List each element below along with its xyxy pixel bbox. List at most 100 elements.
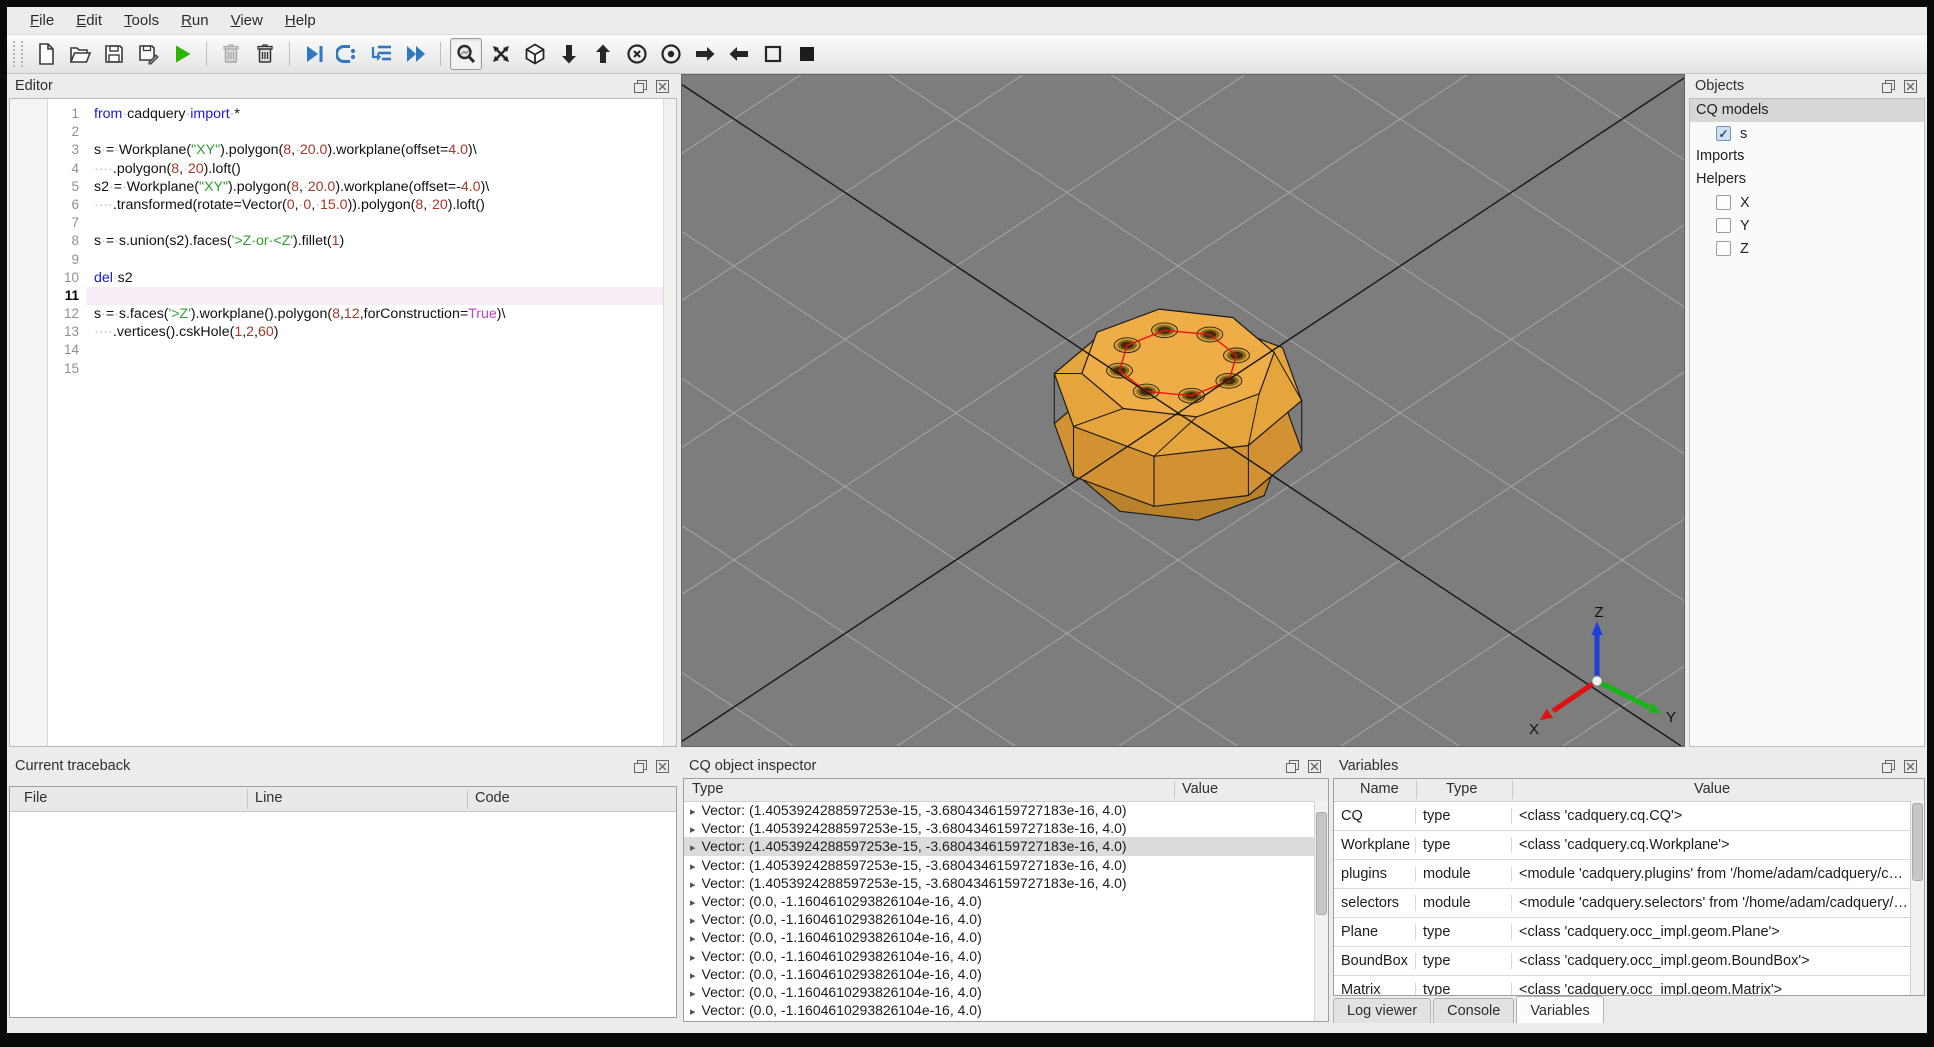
cad-model[interactable] [1053, 308, 1303, 521]
expand-arrow-icon[interactable]: ▸ [690, 988, 702, 1000]
menu-file[interactable]: File [19, 9, 65, 32]
tree-item-s[interactable]: ✓ s [1690, 122, 1924, 145]
inspector-row[interactable]: ▸ Vector: (1.4053924288597253e-15, -3.680… [684, 856, 1314, 874]
checkbox-y[interactable]: ✓ [1716, 218, 1731, 233]
expand-arrow-icon[interactable]: ▸ [690, 861, 702, 873]
float-panel-icon[interactable] [632, 79, 649, 94]
save-icon[interactable] [99, 39, 129, 69]
clear-icon[interactable] [216, 39, 246, 69]
float-panel-icon[interactable] [632, 759, 649, 774]
tab-log-viewer[interactable]: Log viewer [1333, 998, 1432, 1024]
iso-view-icon[interactable] [520, 39, 550, 69]
view-bottom-icon[interactable] [554, 39, 584, 69]
column-header[interactable]: Name [1360, 781, 1399, 797]
scrollbar-thumb[interactable] [1912, 802, 1923, 881]
expand-arrow-icon[interactable]: ▸ [690, 970, 702, 982]
expand-arrow-icon[interactable]: ▸ [690, 897, 702, 909]
expand-arrow-icon[interactable]: ▸ [690, 933, 702, 945]
checkbox-z[interactable]: ✓ [1716, 241, 1731, 256]
run-icon[interactable] [167, 39, 197, 69]
code-line[interactable]: 8 s·=·s.union(s2).faces('>Z·or·<Z').fille… [71, 232, 663, 250]
column-separator[interactable] [1174, 781, 1175, 799]
code-line[interactable]: 9 [71, 251, 663, 269]
tree-group-helpers[interactable]: Helpers [1690, 168, 1924, 191]
code-line[interactable]: 1 from·cadquery·import·* [71, 105, 663, 123]
inspector-scrollbar[interactable] [1314, 801, 1328, 1021]
inspector-row[interactable]: ▸Vector: (0.0, -1.1604610293826104e-16, … [684, 947, 1314, 965]
inspector-row[interactable]: ▸Vector: (0.0, -1.1604610293826104e-16, … [684, 910, 1314, 928]
inspector-row[interactable]: ▸ Vector: (1.4053924288597253e-15, -3.680… [684, 819, 1314, 837]
variables-rows[interactable]: CQ type <class 'cadquery.cq.CQ'> Workplane t… [1334, 802, 1924, 995]
code-line[interactable]: 14 [64, 341, 663, 359]
inspector-row[interactable]: ▸Vector: (0.0, -1.1604610293826104e-16, … [684, 1019, 1314, 1021]
tree-item-x[interactable]: ✓X [1690, 191, 1924, 214]
float-panel-icon[interactable] [1284, 759, 1301, 774]
code-line[interactable]: 5 s2·=·Workplane("XY").polygon(8,·20.0).w… [71, 178, 663, 196]
column-header[interactable]: File [24, 790, 47, 806]
variable-row[interactable]: Workplane type <class 'cadquery.cq.Workpla… [1334, 831, 1924, 860]
close-panel-icon[interactable] [1902, 79, 1919, 94]
inspector-row[interactable]: ▸Vector: (0.0, -1.1604610293826104e-16, … [684, 1001, 1314, 1019]
inspector-row[interactable]: ▸ Vector: (1.4053924288597253e-15, -3.680… [684, 874, 1314, 892]
objects-tree[interactable]: CQ models✓sImportsHelpers✓X✓Y✓Z [1689, 98, 1925, 747]
debug-step-icon[interactable] [299, 39, 329, 69]
wireframe-icon[interactable] [758, 39, 788, 69]
tree-group-imports[interactable]: Imports [1690, 145, 1924, 168]
code-lines[interactable]: 1 from·cadquery·import·* 2 3 s·=·Workplane("… [64, 99, 663, 378]
checkbox-s[interactable]: ✓ [1716, 126, 1731, 141]
code-line[interactable]: 15 [64, 360, 663, 378]
variable-row[interactable]: Plane type <class 'cadquery.occ_impl.geom.… [1334, 918, 1924, 947]
close-panel-icon[interactable] [654, 759, 671, 774]
code-line[interactable]: 3 s·=·Workplane("XY").polygon(8,·20.0).wo… [71, 141, 663, 159]
expand-arrow-icon[interactable]: ▸ [690, 952, 702, 964]
code-editor[interactable]: 1 from·cadquery·import·* 2 3 s·=·Workplane("… [9, 98, 677, 747]
column-header[interactable]: Value [1182, 781, 1218, 797]
checkbox-x[interactable]: ✓ [1716, 195, 1731, 210]
toolbar-handle[interactable] [13, 41, 23, 67]
code-line[interactable]: 2 [71, 123, 663, 141]
save-as-icon[interactable] [133, 39, 163, 69]
code-line[interactable]: 7 [71, 214, 663, 232]
expand-arrow-icon[interactable]: ▸ [690, 1006, 702, 1018]
tab-variables[interactable]: Variables [1516, 996, 1604, 1024]
column-header[interactable]: Code [475, 790, 510, 806]
expand-arrow-icon[interactable]: ▸ [690, 806, 702, 818]
debug-return-icon[interactable] [367, 39, 397, 69]
variable-row[interactable]: selectors module <module 'cadquery.selecto… [1334, 889, 1924, 918]
inspector-row[interactable]: ▸Vector: (0.0, -1.1604610293826104e-16, … [684, 965, 1314, 983]
tab-console[interactable]: Console [1433, 998, 1515, 1024]
menu-edit[interactable]: Edit [65, 9, 113, 32]
variable-row[interactable]: CQ type <class 'cadquery.cq.CQ'> [1334, 802, 1924, 831]
inspector-row[interactable]: ▸ Vector: (1.4053924288597253e-15, -3.680… [684, 837, 1314, 856]
inspector-row[interactable]: ▸ Vector: (1.4053924288597253e-15, -3.680… [684, 801, 1314, 819]
expand-arrow-icon[interactable]: ▸ [690, 824, 702, 836]
debug-continue-icon[interactable] [401, 39, 431, 69]
code-line[interactable]: 6 ····.transformed(rotate=Vector(0,·0,·15… [71, 196, 663, 214]
close-panel-icon[interactable] [1902, 759, 1919, 774]
column-header[interactable]: Line [255, 790, 282, 806]
column-header[interactable]: Type [1446, 781, 1477, 797]
inspector-row[interactable]: ▸Vector: (0.0, -1.1604610293826104e-16, … [684, 983, 1314, 1001]
menu-help[interactable]: Help [274, 9, 327, 32]
editor-scrollbar[interactable] [663, 99, 676, 746]
inspector-row[interactable]: ▸Vector: (0.0, -1.1604610293826104e-16, … [684, 892, 1314, 910]
open-icon[interactable] [65, 39, 95, 69]
fit-all-icon[interactable] [486, 39, 516, 69]
debug-step-into-icon[interactable] [333, 39, 363, 69]
float-panel-icon[interactable] [1880, 79, 1897, 94]
code-line[interactable]: 12 s·=·s.faces('>Z').workplane().polygon(… [64, 305, 663, 323]
code-line[interactable]: 13 ····.vertices().cskHole(1,2,60) [64, 323, 663, 341]
expand-arrow-icon[interactable]: ▸ [690, 879, 702, 891]
column-header[interactable]: Value [1694, 781, 1730, 797]
menu-run[interactable]: Run [170, 9, 220, 32]
variables-scrollbar[interactable] [1910, 801, 1924, 995]
code-line[interactable]: 10 del·s2 [64, 269, 663, 287]
expand-arrow-icon[interactable]: ▸ [690, 842, 702, 854]
variable-row[interactable]: BoundBox type <class 'cadquery.occ_impl.ge… [1334, 947, 1924, 976]
view-top-icon[interactable] [588, 39, 618, 69]
expand-arrow-icon[interactable]: ▸ [690, 915, 702, 927]
code-line[interactable]: 11 [65, 286, 663, 306]
variable-row[interactable]: plugins module <module 'cadquery.plugins' … [1334, 860, 1924, 889]
variable-row[interactable]: Matrix type <class 'cadquery.occ_impl.geom… [1334, 976, 1924, 995]
close-panel-icon[interactable] [654, 79, 671, 94]
